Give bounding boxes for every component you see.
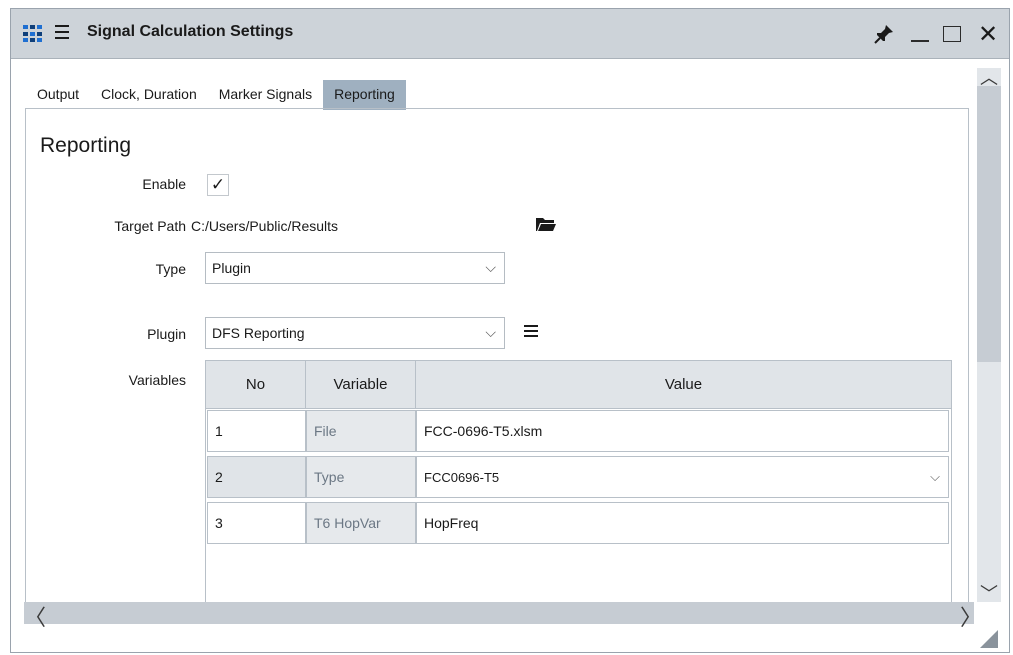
chevron-down-icon: ⌵: [930, 469, 940, 484]
hamburger-icon[interactable]: [55, 25, 73, 41]
table-cell-no[interactable]: 1: [207, 410, 306, 452]
table-cell-variable: Type: [306, 456, 416, 498]
chevron-down-icon: ⌵: [485, 324, 496, 340]
check-icon: ✓: [210, 175, 226, 194]
vertical-scroll-thumb[interactable]: [977, 86, 1001, 362]
list-menu-icon[interactable]: [524, 325, 538, 340]
table-cell-value[interactable]: FCC-0696-T5.xlsm: [416, 410, 949, 452]
table-cell-variable: File: [306, 410, 416, 452]
column-header-variable[interactable]: Variable: [306, 361, 416, 409]
column-header-no[interactable]: No: [206, 361, 306, 409]
minimize-button[interactable]: [907, 19, 933, 49]
settings-tabs: Output Clock, Duration Marker Signals Re…: [26, 80, 406, 110]
plugin-select-value: DFS Reporting: [212, 325, 305, 341]
maximize-icon: [943, 26, 961, 42]
tab-marker-signals[interactable]: Marker Signals: [208, 80, 323, 110]
variables-table: No Variable Value 1 File FCC-0696-T5.xls…: [205, 360, 952, 602]
table-cell-value-select[interactable]: FCC0696-T5 ⌵: [416, 456, 949, 498]
section-title: Reporting: [40, 134, 132, 157]
scroll-up-icon[interactable]: ︿: [977, 64, 1001, 90]
table-cell-variable: T6 HopVar: [306, 502, 416, 544]
horizontal-scrollbar[interactable]: [24, 602, 974, 624]
table-cell-value: FCC0696-T5: [424, 469, 500, 485]
table-cell-no[interactable]: 2: [207, 456, 306, 498]
plugin-select[interactable]: DFS Reporting ⌵: [205, 317, 505, 349]
title-bar: Signal Calculation Settings ✕: [11, 9, 1009, 59]
target-path-value: C:/Users/Public/Results: [191, 218, 339, 234]
tab-output[interactable]: Output: [26, 80, 90, 110]
pin-icon: [874, 25, 893, 44]
enable-label: Enable: [142, 176, 186, 192]
window-title: Signal Calculation Settings: [87, 23, 294, 40]
close-button[interactable]: ✕: [973, 19, 1003, 49]
type-select-value: Plugin: [212, 260, 251, 276]
maximize-button[interactable]: [939, 19, 965, 49]
scroll-left-icon[interactable]: 〈: [24, 600, 46, 632]
chevron-down-icon: ⌵: [485, 259, 496, 275]
app-grid-icon[interactable]: [23, 25, 43, 43]
variables-label: Variables: [128, 372, 186, 388]
close-icon: ✕: [977, 20, 999, 48]
type-label: Type: [155, 261, 186, 277]
tab-clock-duration[interactable]: Clock, Duration: [90, 80, 208, 110]
vertical-scrollbar[interactable]: ︿ ﹀: [977, 68, 1001, 604]
target-path-label: Target Path: [114, 218, 186, 234]
enable-checkbox[interactable]: ✓: [207, 174, 229, 196]
type-select[interactable]: Plugin ⌵: [205, 252, 505, 284]
resize-grip-icon[interactable]: [980, 630, 998, 648]
minimize-icon: [911, 40, 929, 42]
column-header-value[interactable]: Value: [416, 361, 951, 409]
table-cell-value[interactable]: HopFreq: [416, 502, 949, 544]
pin-button[interactable]: [869, 19, 899, 49]
table-cell-no[interactable]: 3: [207, 502, 306, 544]
folder-icon[interactable]: [536, 216, 556, 232]
plugin-label: Plugin: [147, 326, 186, 342]
tab-reporting[interactable]: Reporting: [323, 80, 406, 110]
scroll-right-icon[interactable]: 〉: [960, 600, 982, 632]
